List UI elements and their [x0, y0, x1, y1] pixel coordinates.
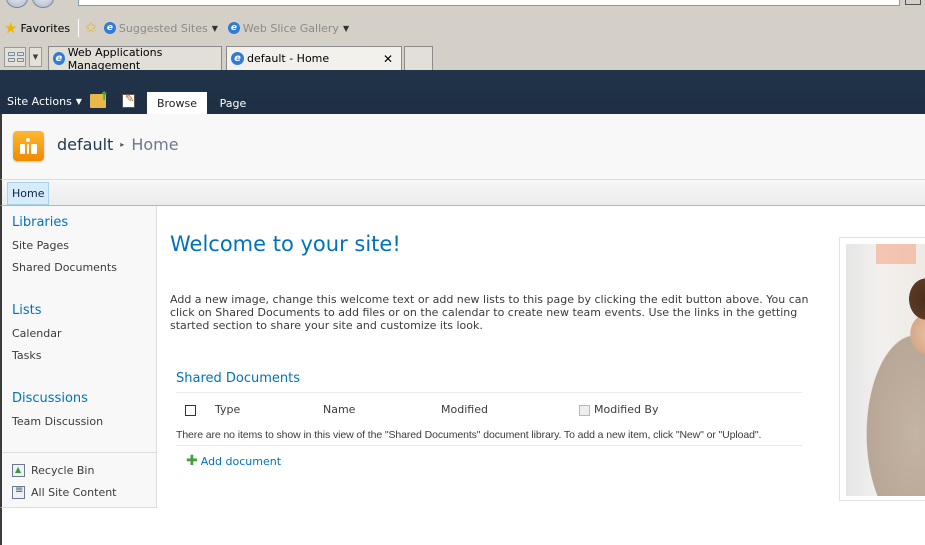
column-header-name[interactable]: Name — [323, 403, 355, 416]
grid-cell-icon — [8, 58, 15, 62]
chevron-down-icon: ▼ — [342, 23, 350, 33]
web-slice-gallery-link[interactable]: e Web Slice Gallery ▼ — [227, 21, 350, 35]
close-tab-icon[interactable]: ✕ — [383, 52, 393, 66]
ql-heading-lists[interactable]: Lists — [12, 303, 42, 318]
navigate-up-icon[interactable] — [90, 89, 109, 108]
browser-tab-web-applications-management[interactable]: e Web Applications Management — [48, 45, 222, 72]
address-go-button[interactable] — [905, 0, 921, 5]
modified-by-filter-checkbox[interactable] — [579, 405, 590, 416]
all-site-content-label: All Site Content — [31, 486, 117, 499]
ql-recycle-bin-link[interactable]: Recycle Bin — [12, 464, 94, 477]
grid-cell-icon — [17, 58, 24, 62]
browser-chrome: ★ Favorites ✩ e Suggested Sites ▼ e Web … — [0, 0, 925, 72]
welcome-image-frame — [839, 237, 925, 501]
back-button[interactable] — [6, 0, 28, 8]
grid-cell-icon — [8, 52, 15, 56]
window-border — [0, 508, 2, 545]
ql-link-site-pages[interactable]: Site Pages — [12, 239, 69, 252]
empty-library-message: There are no items to show in this view … — [176, 429, 762, 441]
tab-label: default - Home — [247, 52, 330, 65]
tab-label: Web Applications Management — [67, 45, 163, 72]
column-header-type[interactable]: Type — [215, 403, 240, 416]
favorites-bar: ★ Favorites ✩ e Suggested Sites ▼ e Web … — [0, 16, 925, 40]
ribbon: Site Actions ▼ Browse Page — [0, 70, 925, 114]
ie-icon: e — [227, 22, 240, 34]
topnav-item-home[interactable]: Home — [7, 182, 50, 205]
all-site-content-icon — [12, 485, 25, 499]
divider — [2, 452, 157, 453]
new-tab-button[interactable] — [404, 46, 433, 70]
logo-figure — [27, 144, 29, 154]
ql-link-shared-documents[interactable]: Shared Documents — [12, 261, 117, 274]
top-navigation: Home — [0, 179, 925, 206]
quick-tabs-button[interactable] — [4, 47, 26, 67]
divider — [78, 19, 80, 37]
favorites-label: Favorites — [20, 21, 71, 35]
browser-tab-row: ▼ e Web Applications Management e defaul… — [0, 44, 925, 72]
suggested-sites-label: Suggested Sites — [118, 21, 208, 35]
logo-figure — [26, 138, 30, 142]
ie-icon: e — [231, 52, 244, 65]
shared-documents-webpart-title[interactable]: Shared Documents — [176, 371, 300, 386]
add-to-favorites-icon[interactable]: ✩ — [85, 21, 97, 35]
ql-heading-libraries[interactable]: Libraries — [12, 215, 68, 230]
welcome-photo — [846, 244, 925, 496]
star-icon: ★ — [4, 18, 18, 37]
favorites-button[interactable]: ★ Favorites — [4, 18, 71, 37]
breadcrumb-page-title: Home — [131, 135, 179, 154]
recycle-bin-label: Recycle Bin — [31, 464, 95, 477]
edit-page-icon[interactable] — [122, 92, 135, 108]
logo-figure — [31, 144, 37, 154]
ie-icon: e — [53, 52, 65, 65]
breadcrumb-site-link[interactable]: default — [57, 135, 113, 154]
grid-cell-icon — [17, 52, 24, 56]
divider — [176, 445, 802, 446]
ql-all-site-content-link[interactable]: All Site Content — [12, 485, 117, 499]
title-area: default ▸ Home — [0, 114, 925, 179]
welcome-title: Welcome to your site! — [170, 232, 401, 256]
add-document-label: Add document — [200, 454, 282, 468]
plus-icon: ✚ — [186, 453, 198, 469]
select-all-checkbox[interactable] — [185, 405, 196, 416]
chevron-down-icon: ▼ — [75, 97, 82, 106]
logo-figure — [20, 144, 25, 154]
browser-tab-default-home[interactable]: e default - Home ✕ — [226, 46, 402, 70]
suggested-sites-link[interactable]: e Suggested Sites ▼ — [103, 21, 218, 35]
ql-link-team-discussion[interactable]: Team Discussion — [12, 415, 103, 428]
breadcrumb-arrow-icon: ▸ — [120, 140, 125, 149]
forward-button[interactable] — [32, 0, 54, 8]
tab-list-button[interactable]: ▼ — [29, 47, 42, 67]
ql-link-calendar[interactable]: Calendar — [12, 327, 61, 340]
ie-icon: e — [103, 22, 116, 34]
site-actions-menu[interactable]: Site Actions ▼ — [7, 95, 82, 108]
ribbon-tab-page[interactable]: Page — [212, 92, 254, 114]
column-header-modified[interactable]: Modified — [441, 403, 488, 416]
add-document-link[interactable]: ✚ Add document — [186, 454, 281, 468]
intro-text: Add a new image, change this welcome tex… — [170, 293, 809, 332]
breadcrumb: default ▸ Home — [57, 135, 179, 154]
ql-heading-discussions[interactable]: Discussions — [12, 391, 88, 406]
recycle-bin-icon — [12, 464, 25, 477]
chevron-down-icon: ▼ — [211, 23, 218, 33]
divider — [176, 392, 802, 393]
address-input[interactable] — [78, 0, 900, 6]
column-header-modified-by[interactable]: Modified By — [594, 403, 659, 416]
quick-launch: Libraries Site Pages Shared Documents Li… — [0, 206, 157, 508]
ribbon-tab-browse[interactable]: Browse — [147, 92, 207, 114]
site-actions-label: Site Actions — [7, 95, 72, 108]
web-slice-gallery-label: Web Slice Gallery — [242, 21, 339, 35]
ql-link-tasks[interactable]: Tasks — [12, 349, 41, 362]
address-bar-row — [0, 0, 925, 8]
site-logo-icon[interactable] — [13, 131, 44, 161]
